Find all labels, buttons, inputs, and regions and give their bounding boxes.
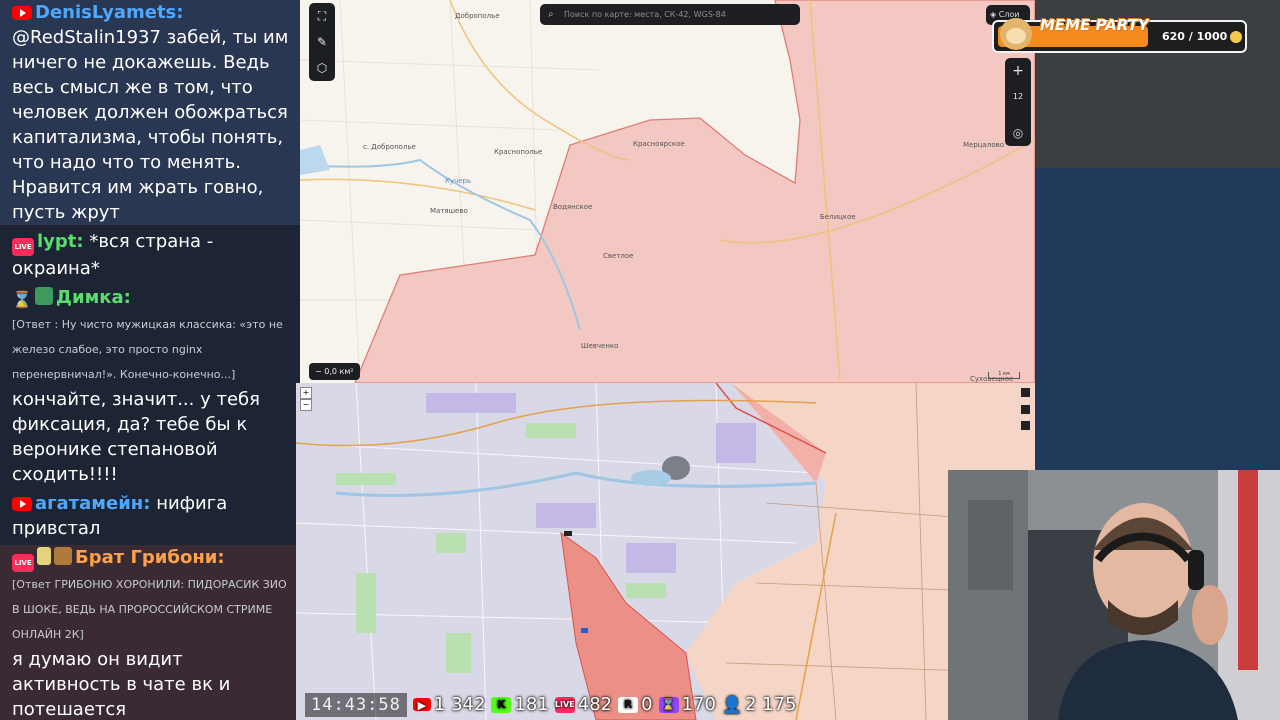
- background-panel: [1035, 0, 1280, 470]
- map-bottom-canvas[interactable]: [296, 383, 1036, 720]
- ruler-icon[interactable]: ✎: [309, 29, 335, 55]
- live-count: 482: [577, 694, 613, 715]
- chat-author: агатамейн:: [35, 493, 151, 514]
- chat-text: @RedStalin1937 забей, ты им ничего не до…: [12, 27, 289, 223]
- place-label: Матяшево: [430, 207, 468, 215]
- chat-reply: [Ответ ГРИБОНЮ ХОРОНИЛИ: ПИДОРАСИК ЗИО В…: [12, 578, 287, 641]
- place-label: Красноярское: [633, 140, 685, 148]
- expand-icon[interactable]: ⛶: [309, 3, 335, 29]
- youtube-viewers: ▶ 1 342: [412, 694, 486, 715]
- search-icon: ⌕: [548, 9, 554, 20]
- webcam-feed: [948, 470, 1280, 720]
- map-top[interactable]: Доброполье с. Доброполье Краснополье Кра…: [300, 0, 1035, 383]
- chat-text: кончайте, значит... у тебя фиксация, да?…: [12, 389, 260, 485]
- place-label: Водянское: [553, 203, 593, 211]
- chat-message: LIVE Брат Грибони: [Ответ ГРИБОНЮ ХОРОНИЛ…: [0, 545, 300, 720]
- cup-icon: [37, 547, 51, 565]
- twitch-icon: ⌛: [12, 290, 32, 309]
- zoom-in-button[interactable]: +: [1005, 58, 1031, 84]
- youtube-icon: [12, 497, 32, 511]
- youtube-icon: ▶: [412, 698, 431, 712]
- twitch-count: 170: [681, 694, 716, 715]
- map-search-input[interactable]: ⌕ Поиск по карте: места, СК-42, WGS-84: [540, 4, 800, 25]
- layers-icon: ◈: [990, 10, 997, 19]
- rutube-icon: R: [618, 696, 639, 713]
- money-icon: [34, 287, 53, 305]
- chat-reply: [Ответ : Ну чисто мужицкая классика: «эт…: [12, 318, 283, 381]
- zoom-level: 12: [1012, 92, 1024, 101]
- place-label: с. Доброполье: [363, 143, 416, 151]
- live-icon: LIVE: [554, 696, 575, 713]
- meme-party-widget: MEME PARTY 620 / 1000: [992, 16, 1247, 53]
- compass-icon[interactable]: ◎: [1005, 120, 1031, 146]
- live-viewers: LIVE 482: [554, 694, 613, 715]
- youtube-count: 1 342: [433, 694, 486, 715]
- chat-message: агатамейн: нифига привстал: [12, 491, 300, 541]
- place-label: Шевченко: [581, 342, 619, 350]
- area-value: 0,0 км²: [324, 367, 354, 376]
- scale-bar: 1 км: [988, 372, 1020, 379]
- chat-author: DenisLyamets:: [35, 2, 184, 23]
- rutube-viewers: R0: [618, 694, 653, 715]
- place-label: Кучерь: [445, 177, 472, 185]
- clock: 14:43:58: [305, 692, 407, 717]
- webcam-image: [948, 470, 1280, 720]
- stats-bar: 14:43:58 ▶ 1 342 K 181 LIVE 482 R0 ⌛ 170 👤 2 …: [305, 689, 796, 720]
- scale-label: 1 км: [998, 371, 1010, 377]
- chat-author: Брат Грибони:: [75, 547, 225, 568]
- place-label: Краснополье: [494, 148, 543, 156]
- fullscreen-icon[interactable]: [1021, 421, 1030, 430]
- zoom-out-button[interactable]: −: [300, 399, 312, 411]
- kick-icon: K: [491, 696, 512, 713]
- chat-author: lypt:: [37, 231, 84, 252]
- live-icon: LIVE: [12, 554, 34, 572]
- area-measure-chip[interactable]: − 0,0 км²: [309, 363, 360, 380]
- map-toolbar: ⛶ ✎ ⬡: [309, 3, 335, 81]
- measure-icon[interactable]: [1021, 405, 1030, 414]
- kick-viewers: K 181: [491, 694, 549, 715]
- total-users: 👤 2 175: [722, 694, 797, 715]
- chat-message: LIVE lypt: *вся страна - окраина*: [12, 229, 300, 281]
- chat-message: DenisLyamets: @RedStalin1937 забей, ты и…: [0, 0, 300, 225]
- place-label: Мерцалово: [963, 141, 1005, 149]
- chat-panel[interactable]: DenisLyamets: @RedStalin1937 забей, ты и…: [0, 0, 300, 720]
- rutube-count: 0: [641, 694, 653, 715]
- youtube-icon: [12, 6, 32, 20]
- chat-text: я думаю он видит активность в чате вк и …: [12, 649, 231, 720]
- map-bottom[interactable]: + −: [296, 383, 1036, 720]
- users-count: 2 175: [744, 694, 797, 715]
- kick-count: 181: [514, 694, 549, 715]
- chat-message: ⌛ Димка: [Ответ : Ну чисто мужицкая класс…: [12, 285, 300, 487]
- twitch-icon: ⌛: [658, 696, 679, 713]
- zoom-in-button[interactable]: +: [300, 387, 312, 399]
- search-placeholder: Поиск по карте: места, СК-42, WGS-84: [564, 10, 726, 19]
- chat-author: Димка:: [55, 287, 131, 308]
- widget-title: MEME PARTY: [1040, 16, 1149, 34]
- coin-icon: [1230, 31, 1242, 43]
- twitch-viewers: ⌛ 170: [658, 694, 716, 715]
- place-label: Белицкое: [820, 213, 856, 221]
- user-icon: 👤: [721, 694, 742, 714]
- place-label: Доброполье: [455, 12, 500, 20]
- widget-score: 620 / 1000: [1162, 30, 1228, 43]
- place-label: Светлое: [603, 252, 634, 260]
- cake-icon: [54, 547, 72, 565]
- polygon-icon[interactable]: ⬡: [309, 55, 335, 81]
- doge-icon: [1000, 18, 1032, 50]
- live-icon: LIVE: [12, 238, 34, 256]
- layer-toggle-icon[interactable]: [1021, 388, 1030, 397]
- map-top-canvas[interactable]: [300, 0, 1035, 383]
